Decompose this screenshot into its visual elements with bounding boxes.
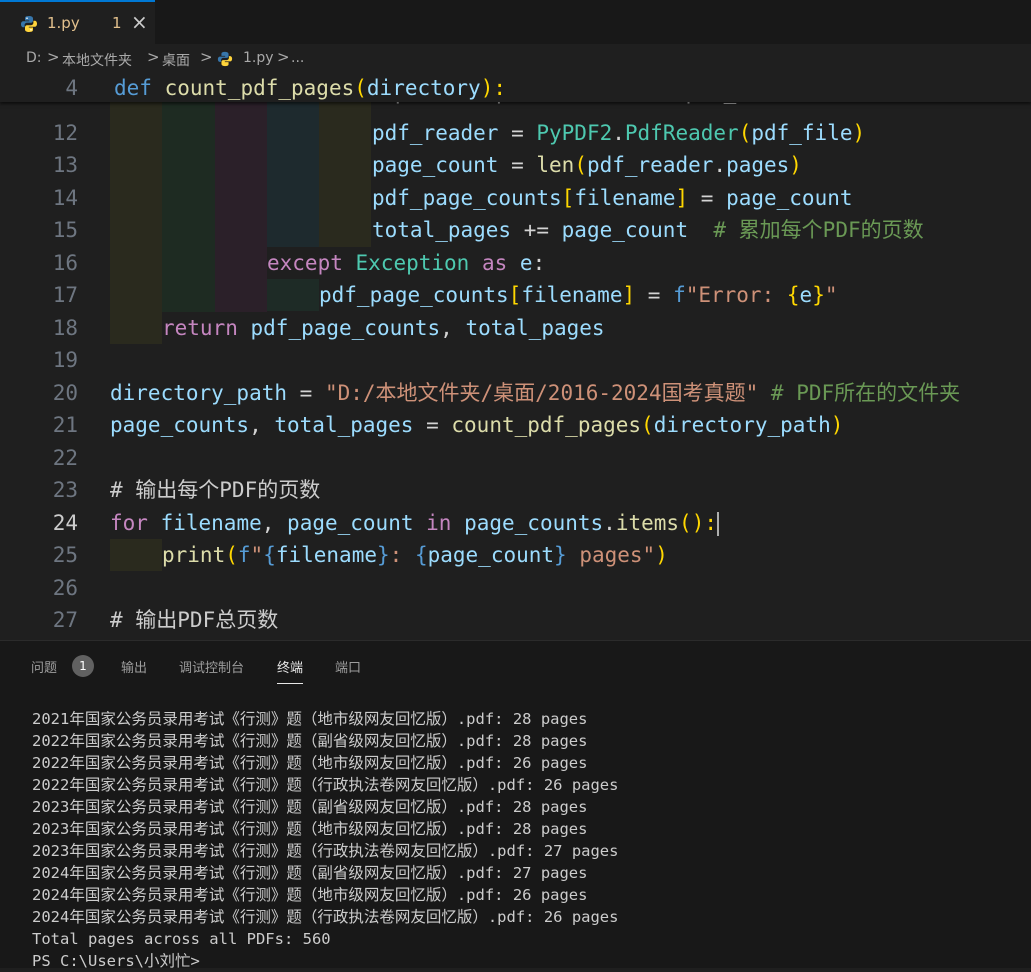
chevron-right-icon: >	[200, 48, 213, 66]
code-line: 19	[52, 348, 78, 372]
code-line: 21 page_counts, total_pages = count_pdf_…	[52, 413, 844, 437]
code-line: 25 print(f"{filename}: {page_count} page…	[52, 543, 668, 567]
code-line: 22	[52, 446, 78, 470]
terminal-line: 2022年国家公务员录用考试《行测》题（地市级网友回忆版）.pdf: 26 pa…	[32, 754, 588, 772]
tab-ports[interactable]: 端口	[335, 657, 361, 676]
bottom-panel: 问题 1 输出 调试控制台 终端 端口 2021年国家公务员录用考试《行测》题（…	[0, 640, 1031, 970]
code-line: 17 pdf_page_counts[filename] = f"Error: …	[52, 283, 838, 307]
breadcrumb-folder-local[interactable]: 本地文件夹	[62, 50, 132, 70]
code-line: 20 directory_path = "D:/本地文件夹/桌面/2016-20…	[52, 381, 961, 405]
close-icon[interactable]: ×	[131, 10, 148, 34]
breadcrumb-file[interactable]: 1.py	[243, 50, 274, 66]
terminal-line: 2024年国家公务员录用考试《行测》题（行政执法卷网友回忆版）.pdf: 26 …	[32, 908, 619, 926]
tab-debug-console[interactable]: 调试控制台	[179, 657, 244, 676]
code-line: 14 pdf_page_counts[filename] = page_coun…	[52, 186, 853, 210]
chevron-right-icon: >	[47, 48, 60, 66]
terminal-line: 2024年国家公务员录用考试《行测》题（地市级网友回忆版）.pdf: 26 pa…	[32, 886, 588, 904]
code-line: 18 return pdf_page_counts, total_pages	[52, 316, 605, 340]
terminal-line: 2024年国家公务员录用考试《行测》题（副省级网友回忆版）.pdf: 27 pa…	[32, 864, 588, 882]
terminal-line: 2023年国家公务员录用考试《行测》题（副省级网友回忆版）.pdf: 28 pa…	[32, 798, 588, 816]
code-line: 26	[52, 576, 78, 600]
code-line: 16 except Exception as e:	[52, 251, 546, 275]
terminal-line: 2023年国家公务员录用考试《行测》题（行政执法卷网友回忆版）.pdf: 27 …	[32, 842, 619, 860]
terminal-output[interactable]: 2021年国家公务员录用考试《行测》题（地市级网友回忆版）.pdf: 28 pa…	[32, 708, 618, 972]
python-file-icon	[217, 51, 233, 67]
breadcrumb-symbol-ellipsis[interactable]: ...	[291, 50, 304, 66]
python-file-icon	[21, 16, 37, 32]
breadcrumb-drive[interactable]: D:	[26, 50, 42, 66]
code-line: 12 pdf_reader = PyPDF2.PdfReader(pdf_fil…	[52, 121, 866, 145]
tab-problems[interactable]: 问题	[31, 657, 57, 676]
terminal-line: 2023年国家公务员录用考试《行测》题（地市级网友回忆版）.pdf: 28 pa…	[32, 820, 588, 838]
chevron-right-icon: >	[147, 48, 160, 66]
sticky-scroll-header[interactable]: 4 def count_pdf_pages(directory):	[0, 74, 1031, 102]
tab-bar: 1.py 1 ×	[0, 0, 1031, 45]
terminal-line: 2021年国家公务员录用考试《行测》题（地市级网友回忆版）.pdf: 28 pa…	[32, 710, 588, 728]
code-line: 13 page_count = len(pdf_reader.pages)	[52, 153, 802, 177]
code-line: 15 total_pages += page_count # 累加每个PDF的页…	[52, 218, 924, 242]
line-number: 4	[65, 76, 78, 100]
tab-filename: 1.py	[47, 14, 80, 32]
chevron-right-icon: >	[277, 48, 290, 66]
terminal-prompt[interactable]: PS C:\Users\小刘忙>	[32, 950, 618, 972]
terminal-line: 2022年国家公务员录用考试《行测》题（副省级网友回忆版）.pdf: 28 pa…	[32, 732, 588, 750]
terminal-line: 2022年国家公务员录用考试《行测》题（行政执法卷网友回忆版）.pdf: 26 …	[32, 776, 619, 794]
breadcrumb: D: > 本地文件夹 > 桌面 > 1.py > ...	[0, 44, 1031, 74]
problems-count-badge: 1	[72, 655, 94, 677]
code-line: 27 # 输出PDF总页数	[52, 608, 279, 632]
terminal-total-line: Total pages across all PDFs: 560	[32, 930, 331, 948]
tab-output[interactable]: 输出	[121, 657, 147, 676]
tab-terminal[interactable]: 终端	[277, 657, 304, 684]
tab-1py[interactable]: 1.py 1 ×	[0, 0, 155, 44]
breadcrumb-folder-desktop[interactable]: 桌面	[162, 50, 190, 70]
text-cursor	[716, 512, 719, 536]
code-line-current: 24 for filename, page_count in page_coun…	[52, 511, 719, 536]
code-line: 23 # 输出每个PDF的页数	[52, 478, 321, 502]
tab-problem-count: 1	[112, 14, 122, 32]
code-line: def count_pdf_pages(directory):	[114, 76, 506, 100]
code-editor[interactable]: 4 def count_pdf_pages(directory): 11 wit…	[0, 74, 1031, 640]
